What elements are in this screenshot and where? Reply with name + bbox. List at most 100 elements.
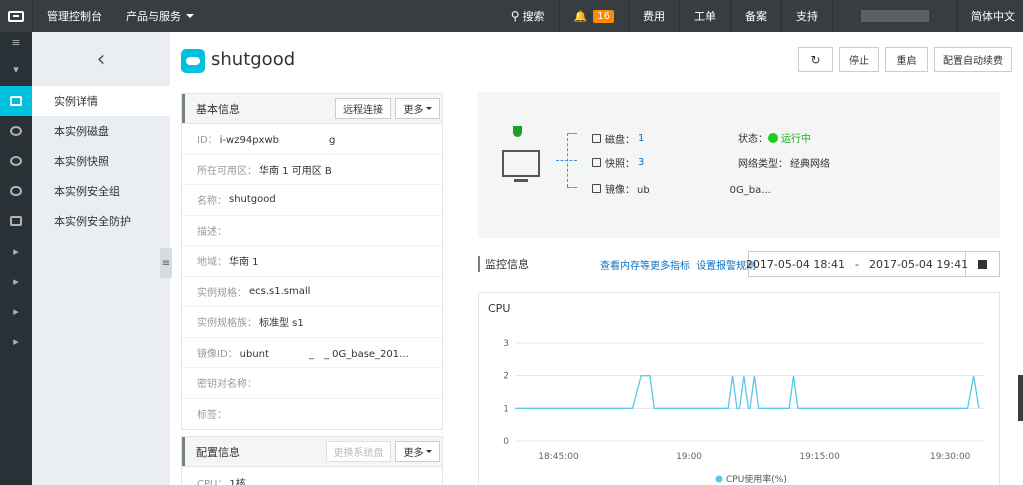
- search-icon: ⚲: [510, 9, 520, 23]
- cpu-chart: CPU 0 1 2 3 18:45:00 19:00 19:15:00 19:30:00 CPU使…: [478, 292, 1000, 485]
- cpu-series-line: [515, 375, 980, 409]
- chevron-right-icon[interactable]: ▸: [0, 236, 32, 266]
- disk-count-link[interactable]: 1: [638, 133, 644, 144]
- search-button[interactable]: ⚲ 搜索: [497, 0, 559, 32]
- subnav-item-security-groups[interactable]: 本实例安全组: [32, 176, 170, 206]
- change-system-disk-button[interactable]: 更换系统盘: [326, 441, 391, 462]
- more-button[interactable]: 更多: [395, 98, 440, 119]
- language-menu[interactable]: 简体中文: [957, 0, 1023, 32]
- info-row-description: 描述：: [182, 216, 442, 246]
- subnav-item-security-protection[interactable]: 本实例安全防护: [32, 206, 170, 236]
- storage-icon[interactable]: [0, 206, 32, 236]
- chevron-right-icon[interactable]: ▸: [0, 266, 32, 296]
- side-feedback-tab[interactable]: [1018, 375, 1023, 421]
- x-tick-label: 19:00: [676, 452, 702, 462]
- overview-network: 网络类型： 经典网络: [738, 159, 830, 170]
- camera-icon: [592, 158, 601, 167]
- menu-icon: ≡: [161, 257, 171, 269]
- config-more-button[interactable]: 更多: [395, 441, 440, 462]
- x-tick-label: 19:30:00: [930, 452, 971, 462]
- chevron-down-icon: [425, 450, 432, 453]
- console-link[interactable]: 管理控制台: [32, 0, 116, 32]
- expand-icon[interactable]: ▾: [0, 52, 32, 86]
- refresh-button[interactable]: ↻: [798, 47, 833, 72]
- y-tick-label: 2: [503, 372, 509, 382]
- top-bar: 管理控制台 产品与服务 ⚲ 搜索 🔔 16 费用 工单 备案 支持 简体中文: [0, 0, 1023, 32]
- stop-button[interactable]: 停止: [839, 47, 879, 72]
- instance-cloud-icon: [181, 49, 205, 73]
- server-icon[interactable]: [0, 86, 32, 116]
- instance-subnav: ‹ 实例详情 本实例磁盘 本实例快照 本实例安全组 本实例安全防护: [32, 32, 170, 485]
- y-tick-label: 3: [503, 339, 509, 349]
- network-icon[interactable]: [0, 146, 32, 176]
- more-metrics-link[interactable]: 查看内存等更多指标: [600, 261, 690, 272]
- auto-renew-button[interactable]: 配置自动续费: [934, 47, 1012, 72]
- info-row-spec: 实例规格： ecs.s1.small: [182, 277, 442, 307]
- calendar-button[interactable]: [966, 251, 1000, 277]
- monitor-section-title: 监控信息: [478, 256, 529, 272]
- x-tick-label: 19:15:00: [799, 452, 840, 462]
- info-row-keypair: 密钥对名称：: [182, 368, 442, 399]
- snapshot-count-link[interactable]: 3: [638, 157, 644, 168]
- chevron-down-icon: [425, 107, 432, 110]
- chevron-right-icon[interactable]: ▸: [0, 296, 32, 326]
- monitor-stand: [514, 179, 528, 182]
- collapse-handle[interactable]: ≡: [160, 248, 172, 278]
- info-row-name: 名称： shutgood: [182, 185, 442, 216]
- connector-line: [556, 160, 577, 161]
- monitor-links: 查看内存等更多指标 设置报警规则: [600, 257, 756, 272]
- restart-button[interactable]: 重启: [885, 47, 928, 72]
- chart-title: CPU: [488, 302, 510, 315]
- status-dot-icon: [768, 132, 778, 143]
- logo-icon[interactable]: [0, 0, 32, 32]
- remote-connect-button[interactable]: 远程连接: [335, 98, 391, 119]
- legend-label: CPU使用率(%): [726, 473, 787, 485]
- basic-info-header: 基本信息 远程连接 更多: [182, 94, 442, 124]
- info-row-image-id: 镜像ID： ubunt _ _ 0G_base_201...: [182, 338, 442, 368]
- billing-link[interactable]: 费用: [628, 0, 679, 32]
- chevron-left-icon: ‹: [96, 46, 106, 72]
- support-link[interactable]: 支持: [781, 0, 832, 32]
- bell-icon: 🔔: [573, 9, 588, 23]
- basic-info-panel: 基本信息 远程连接 更多 ID： i-wz94pxwb g 所在可用区： 华南 1 …: [181, 93, 443, 430]
- overview-disk: 磁盘： 1: [592, 131, 644, 146]
- config-row-cpu: CPU： 1核: [197, 478, 246, 485]
- product-icon-bar: ≡ ▾ ▸ ▸ ▸ ▸: [0, 32, 32, 485]
- subnav-item-details[interactable]: 实例详情: [32, 86, 170, 116]
- products-menu[interactable]: 产品与服务: [116, 0, 208, 32]
- menu-toggle-icon[interactable]: ≡: [0, 32, 32, 52]
- brain-icon[interactable]: [0, 116, 32, 146]
- legend-dot: [715, 475, 723, 483]
- notification-button[interactable]: 🔔 16: [558, 0, 628, 32]
- date-range-picker[interactable]: 2017-05-04 18:41 - 2017-05-04 19:41: [746, 251, 968, 277]
- page-title: shutgood: [211, 49, 296, 70]
- config-info-panel: 配置信息 更换系统盘 更多 CPU： 1核: [181, 436, 443, 485]
- back-button[interactable]: ‹: [32, 32, 170, 86]
- cloud-icon[interactable]: [0, 176, 32, 206]
- info-row-spec-family: 实例规格族： 标准型 s1: [182, 307, 442, 338]
- monitor-icon: [502, 150, 540, 177]
- config-info-header: 配置信息 更换系统盘 更多: [182, 437, 442, 467]
- status-badge: 运行中: [781, 134, 811, 145]
- info-row-tags: 标签：: [197, 410, 227, 422]
- subnav-item-disks[interactable]: 本实例磁盘: [32, 116, 170, 146]
- filing-link[interactable]: 备案: [730, 0, 781, 32]
- calendar-icon: [978, 259, 987, 269]
- y-tick-label: 0: [503, 437, 509, 447]
- notification-count: 16: [593, 9, 614, 23]
- info-row-id: ID： i-wz94pxwb g: [182, 124, 442, 155]
- subnav-item-snapshots[interactable]: 本实例快照: [32, 146, 170, 176]
- account-menu[interactable]: [832, 0, 957, 32]
- overview-snapshot: 快照： 3: [592, 155, 644, 170]
- image-icon: [592, 184, 601, 193]
- chevron-down-icon: [186, 14, 194, 18]
- tickets-link[interactable]: 工单: [679, 0, 730, 32]
- overview-image: 镜像： ub 0G_ba...: [592, 181, 771, 196]
- account-name-redacted: [861, 10, 929, 22]
- info-row-zone: 所在可用区： 华南 1 可用区 B: [182, 155, 442, 185]
- disk-icon: [592, 134, 601, 143]
- overview-status: 状态： 运行中: [738, 130, 811, 145]
- refresh-icon: ↻: [810, 52, 821, 67]
- chevron-right-icon[interactable]: ▸: [0, 326, 32, 356]
- x-tick-label: 18:45:00: [538, 452, 579, 462]
